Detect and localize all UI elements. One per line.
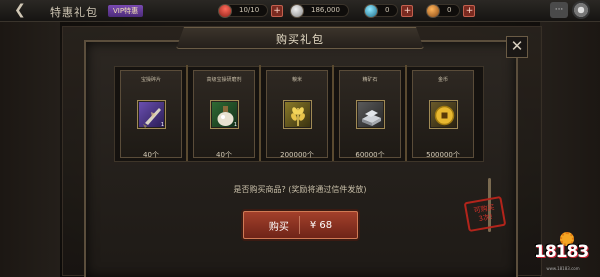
back-icon[interactable]: ❮ (14, 2, 26, 18)
gear-icon[interactable] (572, 1, 590, 19)
background-left (0, 22, 60, 277)
top-bar: ❮ 特惠礼包 VIP特惠 10/10 + 186,000 0 + 0 + ··· (0, 0, 600, 22)
ore-icon (358, 102, 383, 127)
item-slot: 1 (137, 100, 166, 129)
item-slot (283, 100, 312, 129)
dialog-title: 购买礼包 (276, 33, 324, 46)
add-stamina-button[interactable]: + (271, 4, 284, 17)
item-name: 精矿石 (362, 77, 378, 83)
gem-icon (364, 3, 378, 18)
button-divider (298, 216, 300, 234)
item-name: 高级宝操研磨剂 (206, 77, 242, 83)
watermark-url: www.18183.com (546, 266, 580, 271)
stamina-resource: 10/10 + (215, 0, 284, 21)
item-card[interactable]: 精矿石 60000个 (339, 70, 401, 159)
buy-label: 购买 (268, 221, 289, 233)
page-title: 特惠礼包 (50, 6, 98, 19)
close-button[interactable]: ✕ (506, 36, 528, 58)
item-slot (429, 100, 458, 129)
food-resource: 0 + (426, 3, 476, 18)
item-card[interactable]: 宝操碎片 1 40个 (120, 70, 182, 159)
item-quantity: 200000个 (280, 151, 314, 159)
add-gem-button[interactable]: + (401, 4, 414, 17)
silver-coin-icon (290, 3, 304, 18)
item-card[interactable]: 金币 500000个 (412, 70, 474, 159)
purchase-prompt: 是否购买商品? (奖励将通过信件发放) (233, 185, 367, 194)
item-divider (182, 65, 192, 161)
food-icon (426, 3, 440, 18)
silver-resource: 186,000 (290, 3, 349, 18)
add-food-button[interactable]: + (463, 4, 476, 17)
item-divider (401, 65, 411, 161)
item-divider (255, 65, 265, 161)
item-divider (328, 65, 338, 161)
item-count: 1 (233, 122, 237, 128)
item-card[interactable]: 粮米 200000个 (266, 70, 328, 159)
item-quantity: 40个 (216, 151, 232, 159)
item-quantity: 40个 (143, 151, 159, 159)
item-slot (356, 100, 385, 129)
gem-resource: 0 + (364, 3, 414, 18)
item-quantity: 60000个 (355, 151, 385, 159)
site-watermark: 18183 www.18183.com (526, 232, 600, 277)
item-name: 金币 (437, 77, 448, 83)
gold-coin-icon (431, 102, 456, 127)
item-quantity: 500000个 (426, 151, 460, 159)
buy-button[interactable]: 购买 ¥ 68 (243, 211, 358, 239)
screen: ❮ 特惠礼包 VIP特惠 10/10 + 186,000 0 + 0 + ···… (0, 0, 600, 277)
chat-icon[interactable]: ··· (550, 2, 568, 18)
item-card[interactable]: 高级宝操研磨剂 1 40个 (193, 70, 255, 159)
buy-price: ¥ 68 (309, 219, 333, 231)
item-slot: 1 (210, 100, 239, 129)
item-count: 1 (160, 122, 164, 128)
item-name: 宝操碎片 (140, 77, 161, 83)
vip-tag[interactable]: VIP特惠 (108, 5, 144, 17)
watermark-text: 18183 (534, 242, 589, 262)
item-name: 粮米 (291, 77, 302, 83)
wheat-icon (285, 102, 310, 127)
